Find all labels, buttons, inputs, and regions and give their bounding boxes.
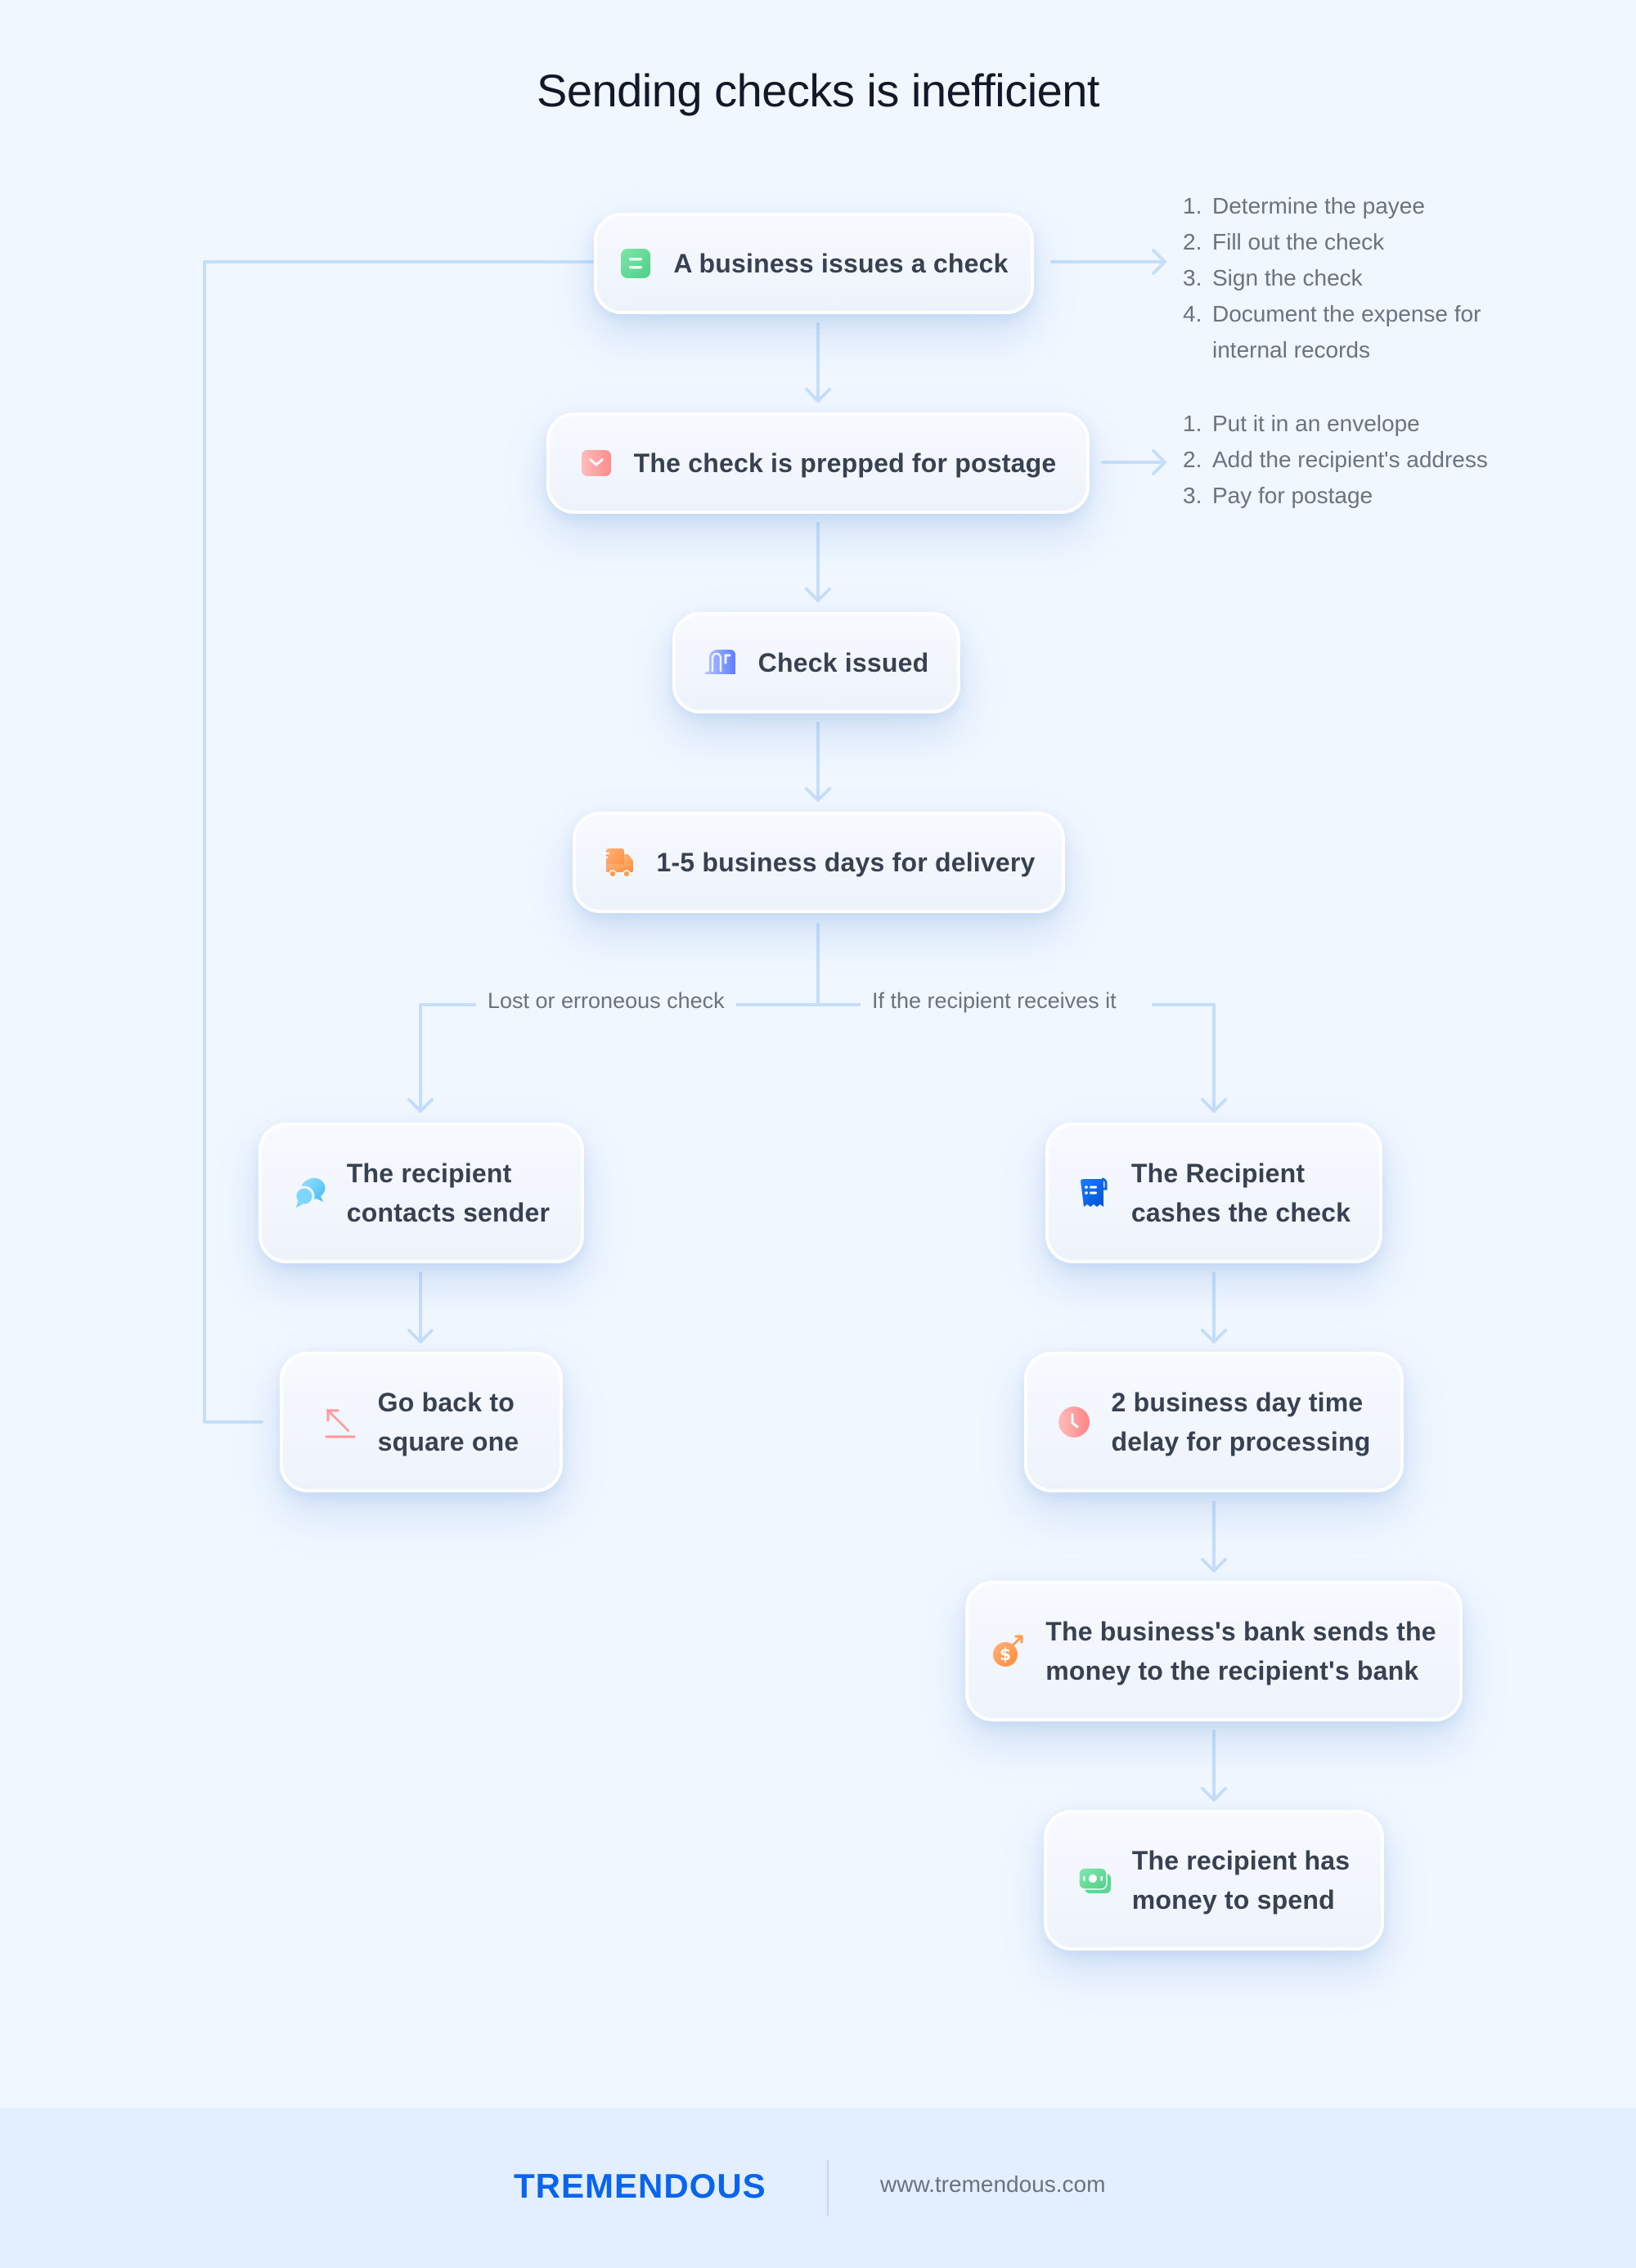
footer-divider xyxy=(827,2160,829,2216)
delivery-truck-icon xyxy=(603,848,634,878)
branch-label-received: If the recipient receives it xyxy=(861,988,1128,1014)
node-label: The check is prepped for postage xyxy=(633,448,1057,478)
node-label: A business issues a check xyxy=(673,249,1009,278)
brand-logo[interactable]: TREMENDOUS xyxy=(514,2167,766,2206)
svg-text:$: $ xyxy=(1000,1645,1011,1664)
connector-contacts-to-back xyxy=(407,1271,434,1343)
node-label: 2 business day time delay for processing xyxy=(1111,1388,1371,1456)
cash-stack-icon xyxy=(1077,1867,1111,1893)
chat-bubbles-icon xyxy=(294,1177,326,1208)
connector-bank-to-spend xyxy=(1201,1730,1227,1802)
list-item: 4. Document the expense for internal reco… xyxy=(1183,301,1481,362)
node-label: 1-5 business days for delivery xyxy=(656,848,1036,877)
connector-cashes-to-delay xyxy=(1201,1271,1227,1343)
list-item: 2. Add the recipient's address xyxy=(1183,447,1488,472)
list-item: 2. Fill out the check xyxy=(1183,229,1385,254)
node-check-issued: Check issued xyxy=(672,612,960,713)
footer: TREMENDOUS www.tremendous.com xyxy=(0,2108,1636,2268)
prep-steps-list: 1. Put it in an envelope 2. Add the recipi… xyxy=(1183,406,1488,514)
node-bank-transfer: $ The business's bank sends the money to… xyxy=(965,1581,1463,1721)
node-processing-delay: 2 business day time delay for processing xyxy=(1024,1352,1404,1492)
arrow-up-left-icon xyxy=(325,1408,356,1438)
list-item: 1. Put it in an envelope xyxy=(1183,411,1420,436)
node-recipient-cashes-check: The Recipient cashes the check xyxy=(1045,1123,1382,1263)
node-label: Check issued xyxy=(757,648,929,677)
node-money-to-spend: The recipient has money to spend xyxy=(1044,1810,1384,1951)
connector-branch-right xyxy=(1152,1003,1227,1113)
money-transfer-icon: $ xyxy=(993,1635,1023,1667)
envelope-icon xyxy=(581,450,611,476)
flowchart-canvas: Sending checks is inefficient A business… xyxy=(0,0,1636,2108)
node-label: Go back to square one xyxy=(377,1388,519,1456)
node-go-back-square-one: Go back to square one xyxy=(280,1352,563,1492)
node-delivery-time: 1-5 business days for delivery xyxy=(573,812,1065,913)
mailbox-icon xyxy=(704,650,735,674)
check-document-icon xyxy=(621,249,651,278)
node-label: The recipient contacts sender xyxy=(346,1159,551,1227)
connector-prep-to-steps xyxy=(1101,449,1166,475)
connector-delay-to-bank xyxy=(1201,1501,1227,1573)
list-item: 1. Determine the payee xyxy=(1183,193,1425,218)
node-label: The recipient has money to spend xyxy=(1131,1846,1351,1915)
list-item: 3. Sign the check xyxy=(1183,265,1363,290)
website-link[interactable]: www.tremendous.com xyxy=(880,2171,1105,2198)
node-label: The business's bank sends the money to t… xyxy=(1045,1617,1436,1685)
clock-icon xyxy=(1058,1406,1090,1438)
connector-issued-to-delivery xyxy=(805,722,831,802)
branch-label-lost: Lost or erroneous check xyxy=(476,988,736,1014)
node-check-prepped: The check is prepped for postage xyxy=(546,412,1090,514)
node-business-issues-check: A business issues a check xyxy=(594,213,1034,314)
connector-prep-to-issued xyxy=(805,522,831,602)
node-label: The Recipient cashes the check xyxy=(1130,1159,1351,1227)
connector-branch-left xyxy=(407,1003,757,1113)
issue-steps-list: 1. Determine the payee 2. Fill out the che… xyxy=(1183,188,1481,368)
connector-issue-to-steps xyxy=(1050,249,1166,275)
list-item: 3. Pay for postage xyxy=(1183,483,1373,508)
connector-issue-to-prep xyxy=(805,322,831,403)
node-recipient-contacts-sender: The recipient contacts sender xyxy=(258,1123,584,1263)
receipt-icon xyxy=(1080,1177,1108,1207)
